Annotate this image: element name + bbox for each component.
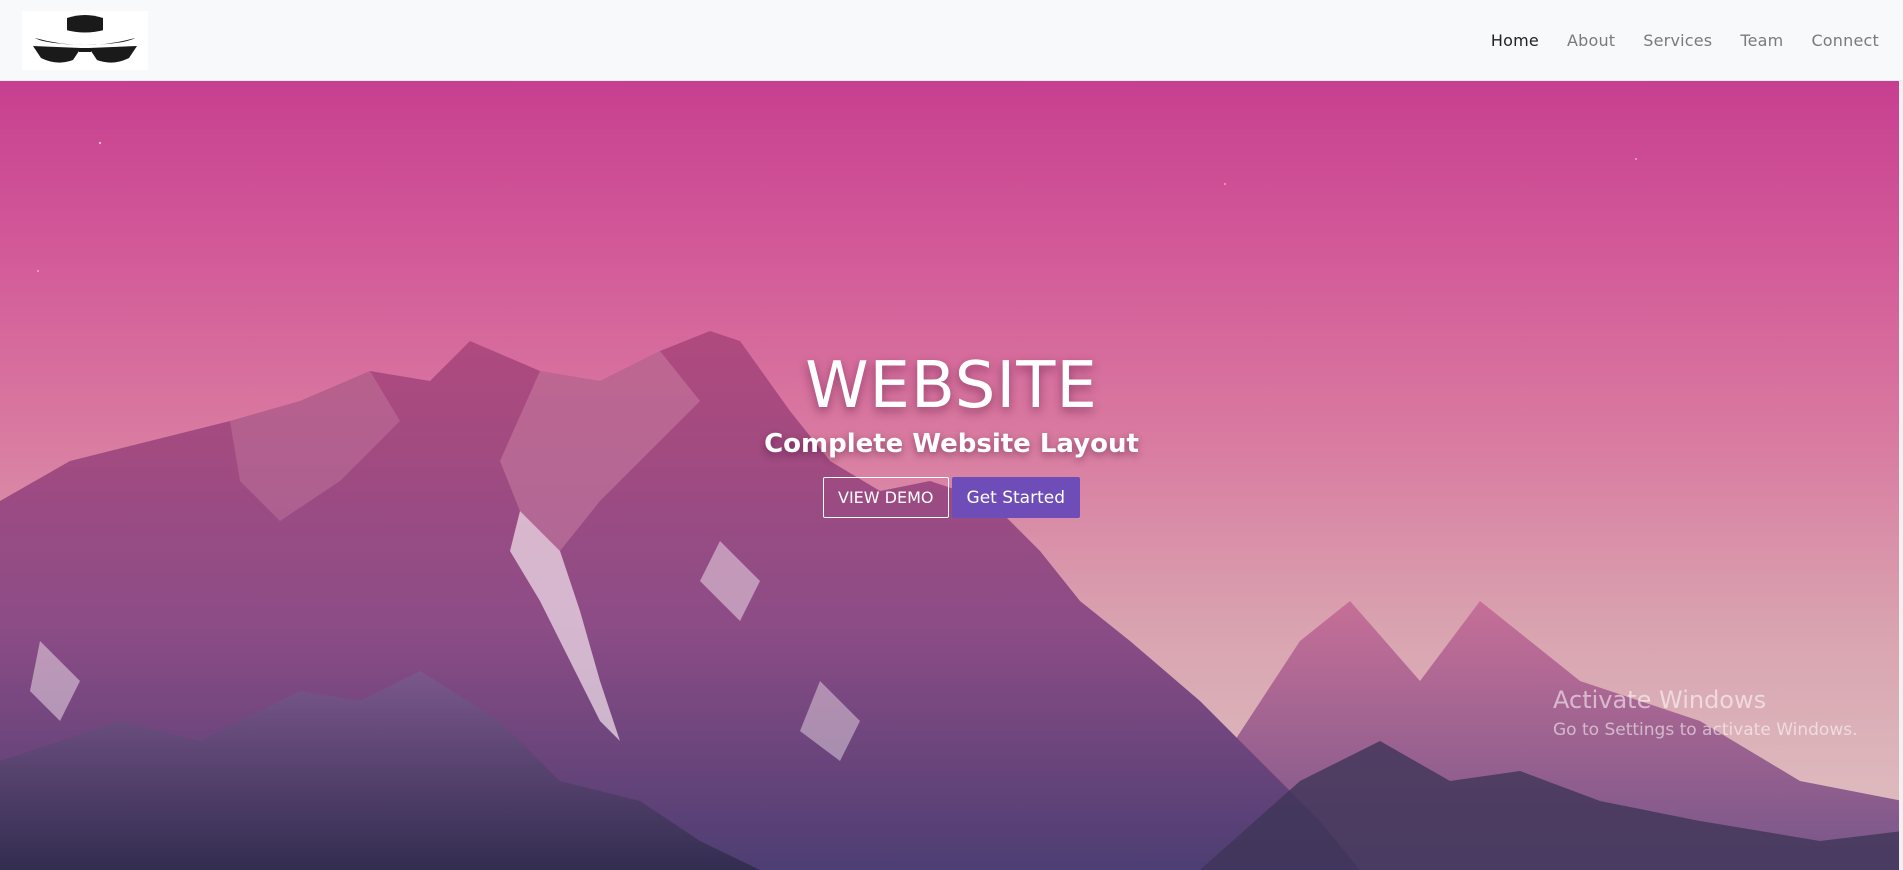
- hero-buttons: VIEW DEMO Get Started: [823, 477, 1080, 519]
- hero-section: WEBSITE Complete Website Layout VIEW DEM…: [0, 81, 1903, 870]
- navbar: Home About Services Team Connect: [0, 0, 1903, 81]
- hero-subtitle: Complete Website Layout: [764, 429, 1139, 460]
- scrollbar-track[interactable]: [1899, 81, 1903, 870]
- nav-link-connect[interactable]: Connect: [1799, 31, 1891, 50]
- nav-link-team[interactable]: Team: [1728, 31, 1795, 50]
- hat-and-glasses-logo: [33, 15, 137, 63]
- activate-windows-watermark: Activate Windows Go to Settings to activ…: [1553, 686, 1858, 740]
- nav-link-home[interactable]: Home: [1479, 31, 1551, 50]
- hero-title: WEBSITE: [805, 349, 1098, 423]
- hero-content: WEBSITE Complete Website Layout VIEW DEM…: [0, 349, 1903, 519]
- logo-link[interactable]: [22, 10, 148, 70]
- nav-links: Home About Services Team Connect: [1475, 31, 1891, 50]
- watermark-title: Activate Windows: [1553, 686, 1767, 714]
- page: Home About Services Team Connect WEBSITE…: [0, 0, 1903, 870]
- nav-link-about[interactable]: About: [1555, 31, 1627, 50]
- get-started-button[interactable]: Get Started: [951, 477, 1080, 519]
- watermark-subtitle: Go to Settings to activate Windows.: [1553, 720, 1858, 740]
- view-demo-button[interactable]: VIEW DEMO: [823, 477, 949, 519]
- nav-link-services[interactable]: Services: [1631, 31, 1724, 50]
